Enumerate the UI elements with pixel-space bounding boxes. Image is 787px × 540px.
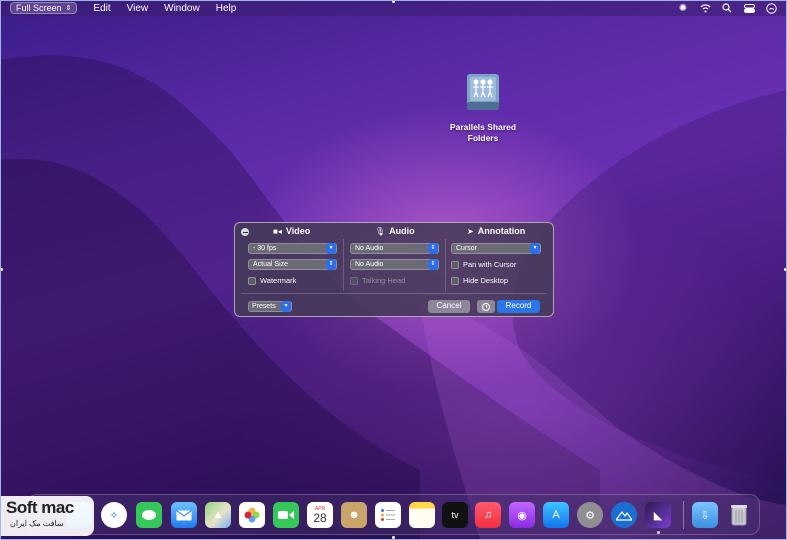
dropdown-arrow-icon: ⇕ [428,259,438,270]
aperture-icon[interactable]: ✺ [677,2,689,14]
column-divider [343,239,344,291]
cursor-value: Cursor [456,245,478,252]
menu-edit[interactable]: Edit [93,3,110,14]
contacts-icon[interactable]: ☻ [341,502,367,528]
running-indicator [657,531,660,534]
fps-value: - 30 fps [253,245,277,252]
hide-desktop-label: Hide Desktop [463,276,509,285]
podcasts-icon[interactable]: ◉ [509,502,535,528]
recorder-panel: ■◂ Video 🎙 Audio ➤ Annotation - 30 fps ▾… [234,222,554,317]
updown-chevron-icon: ⇕ [65,5,72,12]
altitude-icon[interactable] [611,502,637,528]
record-button[interactable]: Record [497,300,540,313]
audio-source-select-1[interactable]: No Audio ⇕ [350,243,439,254]
mail-icon[interactable] [171,502,197,528]
reminders-icon[interactable] [375,502,401,528]
cancel-button[interactable]: Cancel [428,300,470,313]
column-divider [445,239,446,291]
dropdown-arrow-icon: ▾ [326,243,336,254]
video-title: Video [285,226,311,236]
tv-icon[interactable]: tv [442,502,468,528]
full-screen-selector[interactable]: Full Screen ⇕ [10,2,78,14]
photos-icon[interactable] [239,502,265,528]
panel-divider [241,293,547,294]
pan-with-cursor-label: Pan with Cursor [463,260,517,269]
dock-separator [683,501,684,529]
annotation-header: ➤ Annotation [467,226,525,236]
annotation-title: Annotation [477,226,526,236]
size-value: Actual Size [253,261,289,268]
audio-title: Audio [389,226,415,236]
resize-handle[interactable] [392,536,395,539]
downloads-folder-icon[interactable]: ⇩ [692,502,718,528]
trash-icon[interactable] [726,502,752,528]
safari-icon[interactable]: ✧ [101,502,127,528]
desktop-icon-label: Parallels Shared Folders [449,122,517,143]
checkbox-box[interactable] [248,276,256,285]
checkbox-box[interactable] [451,260,459,269]
fps-select[interactable]: - 30 fps ▾ [248,243,337,254]
presets-label: Presets [252,303,276,310]
softmac-logo: Soft mac سافت مک ایران [0,496,94,536]
pan-with-cursor-checkbox[interactable]: Pan with Cursor [451,260,516,269]
search-icon[interactable] [721,2,733,14]
audio-header: 🎙 Audio [375,226,415,236]
dock: ☺ ✧ ▲ APR 28 ☻ tv ♫ ◉ A ⚙ ◣ ⇩ [27,494,760,535]
notes-icon[interactable] [409,502,435,528]
close-icon[interactable] [241,228,249,236]
parallels-shared-folders-icon[interactable]: Parallels Shared Folders [446,72,520,144]
dropdown-arrow-icon: ▾ [530,243,540,254]
clock-icon [482,302,490,311]
talking-head-label: Talking Head [362,276,406,285]
music-icon[interactable]: ♫ [475,502,501,528]
checkbox-box[interactable] [451,276,459,285]
video-header: ■◂ Video [273,226,310,236]
calendar-icon[interactable]: APR 28 [307,502,333,528]
watermark-label: Watermark [260,276,297,285]
system-preferences-icon[interactable]: ⚙ [577,502,603,528]
size-select[interactable]: Actual Size ⇕ [248,259,337,270]
audio-source-2-value: No Audio [355,261,384,268]
watermark-checkbox[interactable]: Watermark [248,276,296,285]
tv-label: tv [451,510,459,520]
smiley-icon[interactable] [765,2,777,14]
logo-brand: Soft mac [6,498,74,517]
cursor-select[interactable]: Cursor ▾ [451,243,541,254]
dropdown-arrow-icon: ▾ [281,301,291,312]
dropdown-arrow-icon: ⇕ [326,259,336,270]
checkbox-box [350,276,358,285]
full-screen-label: Full Screen [16,3,62,13]
logo-tagline: سافت مک ایران [10,519,64,528]
messages-icon[interactable] [136,502,162,528]
facetime-icon[interactable] [273,502,299,528]
menu-view[interactable]: View [127,3,149,14]
cursor-icon: ➤ [467,226,474,236]
wifi-icon[interactable] [699,2,711,14]
talking-head-checkbox: Talking Head [350,276,405,285]
microphone-icon: 🎙 [375,226,386,236]
network-drive-icon [463,72,503,114]
presets-dropdown[interactable]: Presets ▾ [248,301,292,312]
menu-help[interactable]: Help [216,3,237,14]
calendar-day: 28 [313,510,327,525]
screen-recorder-icon[interactable]: ◣ [645,502,671,528]
maps-icon[interactable]: ▲ [205,502,231,528]
hide-desktop-checkbox[interactable]: Hide Desktop [451,276,508,285]
video-camera-icon: ■◂ [273,226,282,236]
resize-handle[interactable] [0,268,3,271]
audio-source-1-value: No Audio [355,245,384,252]
app-store-icon[interactable]: A [543,502,569,528]
dropdown-arrow-icon: ⇕ [428,243,438,254]
audio-source-select-2[interactable]: No Audio ⇕ [350,259,439,270]
control-center-icon[interactable] [743,2,755,14]
menu-window[interactable]: Window [164,3,200,14]
timer-button[interactable] [477,300,495,313]
resize-handle[interactable] [392,0,395,3]
